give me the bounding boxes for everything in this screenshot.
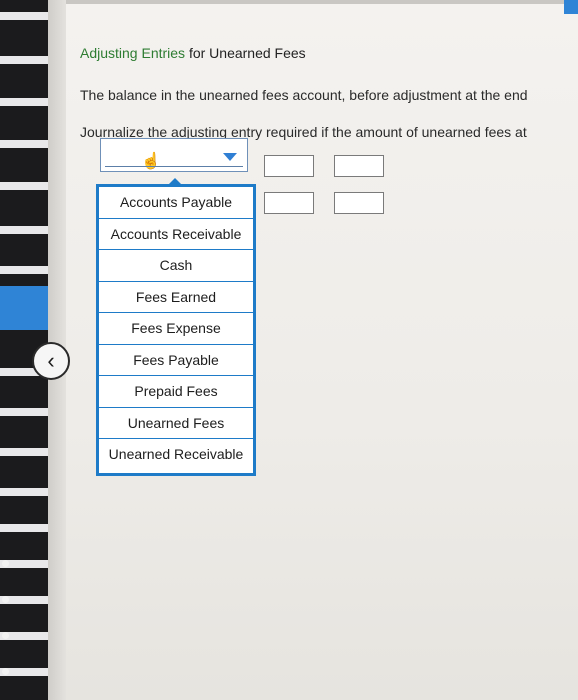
back-button[interactable]: ‹ — [32, 342, 70, 380]
title-rest: for Unearned Fees — [185, 45, 306, 61]
select-underline — [105, 166, 243, 167]
strip-bar — [0, 140, 48, 148]
strip-bar — [0, 98, 48, 106]
option-unearned-receivable[interactable]: Unearned Receivable — [99, 439, 253, 471]
title-accent: Adjusting Entries — [80, 45, 186, 61]
option-cash[interactable]: Cash — [99, 250, 253, 282]
strip-highlight — [0, 286, 48, 330]
strip-dot — [2, 632, 9, 639]
strip-bar — [0, 408, 48, 416]
strip-bar — [0, 56, 48, 64]
strip-dot — [2, 668, 9, 675]
option-fees-earned[interactable]: Fees Earned — [99, 282, 253, 313]
strip-bar — [0, 266, 48, 274]
debit-amount-input-2[interactable] — [264, 192, 314, 214]
credit-amount-input[interactable] — [334, 155, 384, 177]
option-unearned-fees[interactable]: Unearned Fees — [99, 408, 253, 439]
strip-bar — [0, 12, 48, 20]
problem-text: The balance in the unearned fees account… — [80, 87, 528, 103]
page-title: Adjusting Entries for Unearned Fees — [80, 45, 306, 61]
option-prepaid-fees[interactable]: Prepaid Fees — [99, 376, 253, 408]
strip-dot — [2, 596, 9, 603]
question-page: Adjusting Entries for Unearned Fees The … — [66, 0, 578, 700]
strip-bar — [0, 448, 48, 456]
strip-bar — [0, 488, 48, 496]
option-accounts-receivable[interactable]: Accounts Receivable — [99, 219, 253, 250]
strip-bar — [0, 182, 48, 190]
option-fees-payable[interactable]: Fees Payable — [99, 345, 253, 376]
corner-tab — [564, 0, 578, 14]
strip-bar — [0, 226, 48, 234]
account-dropdown-list: Accounts Payable Accounts Receivable Cas… — [96, 184, 256, 476]
account-select[interactable]: ☝ — [100, 138, 248, 172]
option-accounts-payable[interactable]: Accounts Payable — [99, 187, 253, 219]
hand-pointer-icon: ☝ — [141, 153, 161, 170]
strip-dot — [2, 560, 9, 567]
debit-amount-input[interactable] — [264, 155, 314, 177]
caret-down-icon[interactable] — [223, 153, 237, 161]
strip-bar — [0, 524, 48, 532]
credit-amount-input-2[interactable] — [334, 192, 384, 214]
option-fees-expense[interactable]: Fees Expense — [99, 313, 253, 345]
chevron-left-icon: ‹ — [47, 348, 55, 373]
top-bar — [66, 0, 578, 4]
